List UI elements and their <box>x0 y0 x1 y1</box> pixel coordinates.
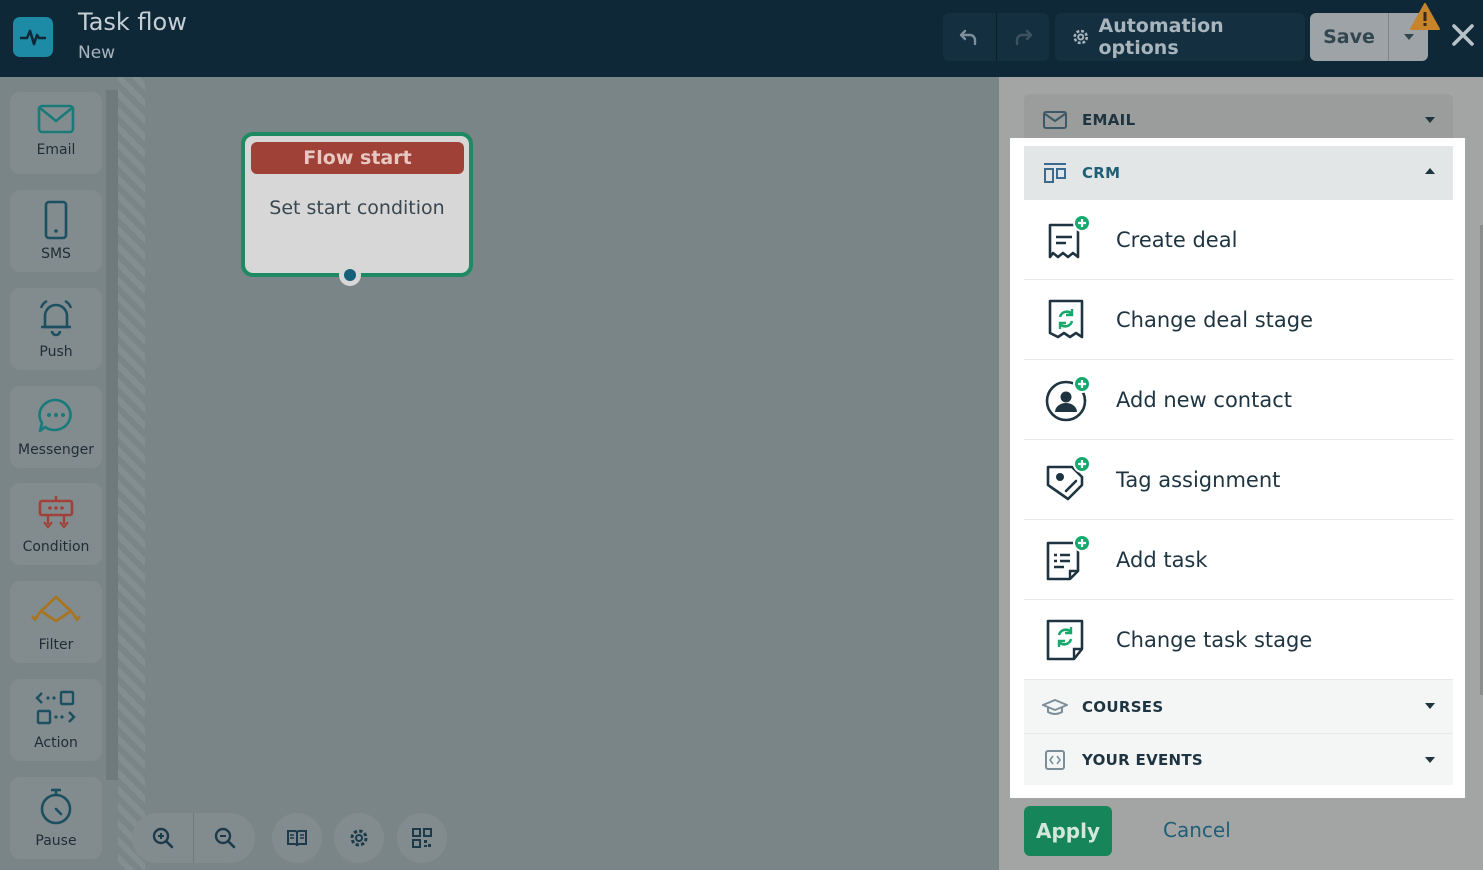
crm-item-add-task[interactable]: Add task <box>1024 520 1453 600</box>
tool-pause[interactable]: Pause <box>10 777 102 859</box>
crm-item-add-contact[interactable]: Add new contact <box>1024 360 1453 440</box>
toolbox-divider <box>118 77 145 870</box>
tool-filter-label: Filter <box>38 637 74 653</box>
chevron-down-icon <box>1425 117 1435 123</box>
section-crm-label: CRM <box>1082 164 1121 182</box>
tool-sms[interactable]: SMS <box>10 190 102 272</box>
gear-icon <box>350 829 368 847</box>
mail-icon <box>1043 111 1067 129</box>
tool-filter[interactable]: Filter <box>10 581 102 663</box>
tool-pause-label: Pause <box>35 833 77 849</box>
toolbox-scrollbar[interactable] <box>106 90 118 780</box>
zoom-out-button[interactable] <box>194 813 255 863</box>
tool-sms-label: SMS <box>41 246 71 262</box>
redo-button[interactable] <box>996 13 1049 61</box>
section-courses-header[interactable]: COURSES <box>1024 679 1453 733</box>
tool-push[interactable]: Push <box>10 288 102 370</box>
mail-icon <box>37 104 75 134</box>
crm-item-label: Change task stage <box>1116 627 1313 652</box>
automation-options-button[interactable]: Automation options <box>1055 13 1305 61</box>
crm-item-label: Create deal <box>1116 227 1238 252</box>
qr-code-icon <box>412 828 432 848</box>
section-events-label: YOUR EVENTS <box>1082 750 1204 769</box>
code-icon <box>1045 749 1065 770</box>
pulse-icon <box>20 29 46 46</box>
tag-icon <box>1046 454 1091 500</box>
flow-start-body: Set start condition <box>269 197 445 219</box>
crm-item-label: Tag assignment <box>1116 467 1281 492</box>
zoom-controls <box>132 813 255 863</box>
crm-item-change-task-stage[interactable]: Change task stage <box>1024 600 1453 680</box>
chat-icon <box>38 398 72 433</box>
tool-email[interactable]: Email <box>10 92 102 174</box>
warning-icon[interactable] <box>1409 2 1441 32</box>
canvas-settings-button[interactable] <box>334 813 384 863</box>
section-email-label: EMAIL <box>1082 111 1136 129</box>
action-icon <box>35 690 76 725</box>
tool-action[interactable]: Action <box>10 679 102 761</box>
zoom-out-icon <box>214 827 235 849</box>
automation-options-label: Automation options <box>1098 15 1224 59</box>
close-icon[interactable] <box>1450 22 1476 48</box>
crm-item-change-deal-stage[interactable]: Change deal stage <box>1024 280 1453 360</box>
create-deal-icon <box>1048 214 1091 258</box>
tool-push-label: Push <box>39 344 73 360</box>
zoom-in-button[interactable] <box>132 813 193 863</box>
undo-icon <box>960 29 977 46</box>
add-task-icon <box>1046 534 1091 580</box>
flow-start-node[interactable]: Flow start Set start condition <box>241 132 473 277</box>
section-courses-label: COURSES <box>1082 697 1164 716</box>
top-bar: Task flow New Automation options Save <box>0 0 1483 77</box>
apply-button[interactable]: Apply <box>1024 806 1112 856</box>
gear-icon <box>1073 29 1089 45</box>
save-options-button[interactable] <box>1389 33 1428 41</box>
node-output-port[interactable] <box>339 264 361 286</box>
chevron-down-icon <box>1403 34 1414 40</box>
crm-item-label: Add task <box>1116 547 1208 572</box>
cancel-button[interactable]: Cancel <box>1163 818 1231 842</box>
filter-icon <box>31 595 81 623</box>
phone-icon <box>44 200 68 240</box>
tool-condition[interactable]: Condition <box>10 483 102 565</box>
chevron-down-icon <box>1425 703 1435 709</box>
section-crm-header[interactable]: CRM <box>1024 146 1453 200</box>
qr-code-button[interactable] <box>397 813 447 863</box>
undo-button[interactable] <box>943 13 996 61</box>
flow-start-title: Flow start <box>251 142 464 174</box>
save-button[interactable]: Save <box>1310 26 1388 48</box>
crm-item-create-deal[interactable]: Create deal <box>1024 200 1453 280</box>
page-subtitle: New <box>78 43 116 63</box>
history-group <box>943 13 1049 61</box>
chevron-down-icon <box>1425 757 1435 763</box>
app-logo[interactable] <box>13 17 53 57</box>
tool-messenger[interactable]: Messenger <box>10 386 102 468</box>
tool-condition-label: Condition <box>22 539 90 555</box>
crm-board-icon <box>1044 163 1066 183</box>
crm-item-label: Add new contact <box>1116 387 1292 412</box>
add-contact-icon <box>1045 374 1091 421</box>
section-events-header[interactable]: YOUR EVENTS <box>1024 733 1453 785</box>
change-deal-stage-icon <box>1048 299 1084 338</box>
condition-icon <box>38 496 74 529</box>
timer-icon <box>40 788 72 825</box>
graduation-cap-icon <box>1042 698 1068 715</box>
redo-icon <box>1015 29 1032 46</box>
chevron-up-icon <box>1425 168 1435 174</box>
crm-item-tag-assignment[interactable]: Tag assignment <box>1024 440 1453 520</box>
book-icon <box>287 830 307 847</box>
tool-email-label: Email <box>36 142 76 158</box>
tool-messenger-label: Messenger <box>17 442 95 458</box>
page-title: Task flow <box>78 8 187 36</box>
crm-action-list: Create deal Change deal stage Add new co… <box>1024 200 1453 680</box>
tool-action-label: Action <box>34 735 78 751</box>
zoom-in-icon <box>152 827 173 849</box>
bell-icon <box>39 299 73 337</box>
change-task-stage-icon <box>1046 619 1084 660</box>
help-guide-button[interactable] <box>272 813 322 863</box>
crm-item-label: Change deal stage <box>1116 307 1313 332</box>
